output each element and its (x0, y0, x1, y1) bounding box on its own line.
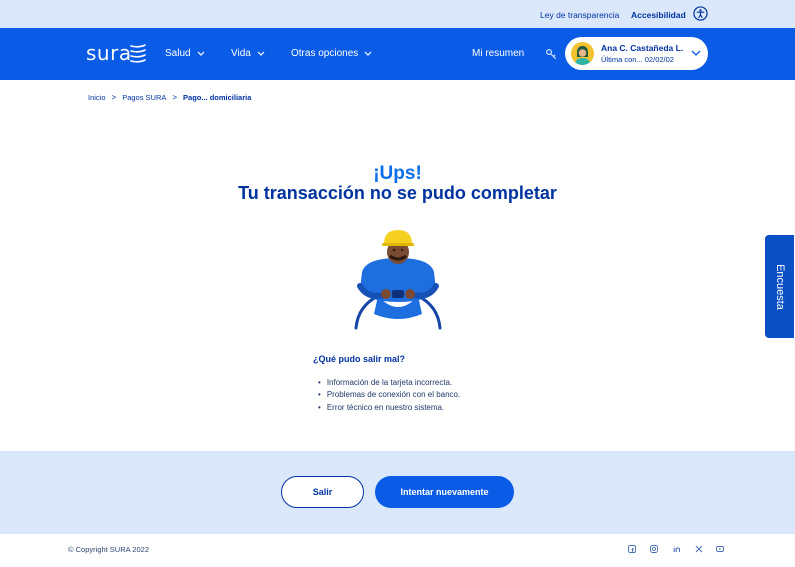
breadcrumb: Inicio > Pagos SURA > Pago... domiciliar… (88, 93, 251, 102)
nav-vida[interactable]: Vida (231, 48, 265, 59)
key-icon[interactable] (545, 48, 557, 60)
accessibility-icon[interactable] (693, 6, 708, 21)
reasons-list: Información de la tarjeta incorrecta. Pr… (318, 377, 460, 414)
breadcrumb-inicio[interactable]: Inicio (88, 93, 106, 102)
facebook-icon[interactable] (628, 545, 636, 553)
chevron-down-icon (364, 51, 372, 56)
main-navbar: sura Salud Vida Otras opciones Mi resume… (0, 28, 795, 80)
user-last-connection: Última con... 02/02/02 (601, 55, 674, 64)
nav-salud[interactable]: Salud (165, 48, 205, 59)
chevron-down-icon (257, 51, 265, 56)
exit-button[interactable]: Salir (281, 476, 364, 508)
accessibility-link[interactable]: Accesibilidad (631, 10, 686, 20)
breadcrumb-pagos-sura[interactable]: Pagos SURA (122, 93, 166, 102)
what-went-wrong-heading: ¿Qué pudo salir mal? (313, 354, 406, 364)
avatar (571, 42, 594, 65)
instagram-icon[interactable] (650, 545, 658, 553)
user-name: Ana C. Castañeda L. (601, 43, 684, 53)
transparency-link[interactable]: Ley de transparencia (540, 10, 619, 20)
error-title: ¡Ups! (373, 163, 422, 184)
user-menu[interactable]: Ana C. Castañeda L. Última con... 02/02/… (565, 37, 708, 70)
nav-salud-label: Salud (165, 48, 191, 59)
retry-button[interactable]: Intentar nuevamente (375, 476, 514, 508)
sura-logo-icon (130, 44, 146, 63)
list-item: Información de la tarjeta incorrecta. (318, 377, 460, 389)
chevron-down-icon[interactable] (691, 50, 701, 57)
error-subtitle: Tu transacción no se pudo completar (238, 183, 557, 203)
breadcrumb-separator: > (111, 93, 117, 102)
worker-illustration (354, 230, 442, 330)
breadcrumb-current: Pago... domiciliaria (183, 93, 252, 102)
sura-logo[interactable]: sura (86, 41, 132, 65)
list-item: Problemas de conexión con el banco. (318, 389, 460, 401)
nav-otras-opciones[interactable]: Otras opciones (291, 48, 372, 59)
mi-resumen-link[interactable]: Mi resumen (472, 48, 524, 59)
nav-vida-label: Vida (231, 48, 251, 59)
linkedin-icon[interactable] (673, 545, 681, 553)
utility-bar: Ley de transparencia Accesibilidad (0, 0, 795, 28)
breadcrumb-separator: > (172, 93, 178, 102)
chevron-down-icon (197, 51, 205, 56)
nav-otras-label: Otras opciones (291, 48, 359, 59)
youtube-icon[interactable] (716, 545, 724, 553)
survey-tab-label: Encuesta (773, 263, 786, 310)
list-item: Error técnico en nuestro sistema. (318, 402, 460, 414)
copyright: © Copyright SURA 2022 (68, 545, 149, 554)
x-icon[interactable] (695, 545, 703, 553)
survey-tab[interactable]: Encuesta (765, 235, 794, 338)
